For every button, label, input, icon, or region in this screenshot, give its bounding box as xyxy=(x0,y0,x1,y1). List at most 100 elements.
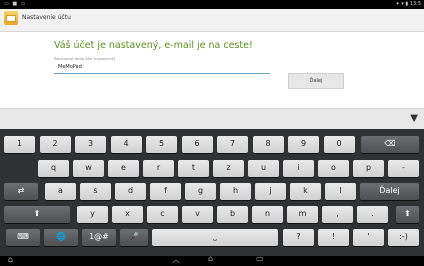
key-5-label: 5 xyxy=(158,139,165,148)
next-button[interactable]: Ďalej xyxy=(288,73,344,89)
key-s[interactable]: s xyxy=(80,183,111,200)
key-p[interactable]: p xyxy=(353,160,384,177)
key-m[interactable]: m xyxy=(287,206,318,223)
status-icons: ▭ ■ ▭ xyxy=(4,1,27,7)
key-q[interactable]: q xyxy=(38,160,69,177)
shift-left-key-label: ⬆ xyxy=(33,209,41,218)
key-t-label: t xyxy=(191,163,196,172)
key-c-label: c xyxy=(160,209,165,218)
key-comma[interactable]: , xyxy=(322,206,353,223)
key-u-label: u xyxy=(260,163,267,172)
key-comma-label: , xyxy=(336,209,339,218)
key-c[interactable]: c xyxy=(147,206,178,223)
key-b-label: b xyxy=(229,209,236,218)
home-button-icon[interactable]: ⌂ xyxy=(208,254,213,263)
key-a[interactable]: a xyxy=(45,183,76,200)
heading: Váš účet je nastavený, e-mail je na cest… xyxy=(54,40,253,51)
key-8-label: 8 xyxy=(265,139,271,148)
key-q-label: q xyxy=(50,163,57,172)
key-y[interactable]: y xyxy=(77,206,108,223)
space-key[interactable]: ⎵ xyxy=(152,229,278,246)
backspace-key[interactable]: ⌫ xyxy=(361,136,419,153)
key--[interactable]: - xyxy=(388,160,419,177)
key-k-label: k xyxy=(303,186,308,195)
key-l[interactable]: l xyxy=(325,183,356,200)
microphone-key[interactable]: 🎤 xyxy=(120,229,148,246)
tab-key[interactable]: ⇄ xyxy=(4,183,38,200)
key-6-label: 6 xyxy=(194,139,200,148)
key-period-label: . xyxy=(371,209,374,218)
tab-key-label: ⇄ xyxy=(17,186,25,195)
key-d[interactable]: d xyxy=(115,183,146,200)
key-h-label: h xyxy=(232,186,239,195)
key-k[interactable]: k xyxy=(290,183,321,200)
key-8[interactable]: 8 xyxy=(252,136,284,153)
language-key[interactable]: 🌐 xyxy=(44,229,78,246)
key-6[interactable]: 6 xyxy=(181,136,213,153)
key-u[interactable]: u xyxy=(248,160,279,177)
key-1[interactable]: 1 xyxy=(4,136,35,153)
key-9[interactable]: 9 xyxy=(288,136,319,153)
key-question[interactable]: ? xyxy=(283,229,314,246)
key-a-label: a xyxy=(58,186,63,195)
recent-apps-icon[interactable]: ▭ xyxy=(256,254,264,263)
key-5[interactable]: 5 xyxy=(146,136,177,153)
key-p-label: p xyxy=(365,163,372,172)
key-1-label: 1 xyxy=(16,139,23,148)
key-v[interactable]: v xyxy=(182,206,213,223)
key-7[interactable]: 7 xyxy=(217,136,248,153)
key-7-label: 7 xyxy=(229,139,236,148)
key-2-label: 2 xyxy=(52,139,58,148)
key-t[interactable]: t xyxy=(178,160,209,177)
language-key-label: 🌐 xyxy=(56,232,66,241)
keyboard-settings-key[interactable]: ⌨ xyxy=(6,229,40,246)
key-0[interactable]: 0 xyxy=(323,136,355,153)
space-key-label: ⎵ xyxy=(213,232,217,241)
key-apostrophe[interactable]: ' xyxy=(353,229,384,246)
key-x-label: x xyxy=(125,209,130,218)
key-r[interactable]: r xyxy=(143,160,174,177)
backspace-key-label: ⌫ xyxy=(384,139,396,148)
key-g[interactable]: g xyxy=(185,183,216,200)
enter-key[interactable]: Ďalej xyxy=(360,183,419,200)
account-name-input[interactable]: MeMoPad xyxy=(58,64,82,70)
key-o[interactable]: o xyxy=(318,160,349,177)
key-2[interactable]: 2 xyxy=(39,136,71,153)
key-w[interactable]: w xyxy=(73,160,104,177)
key-h[interactable]: h xyxy=(220,183,251,200)
key-f[interactable]: f xyxy=(150,183,181,200)
page-title: Nastavenie účtu xyxy=(22,14,71,21)
key-y-label: y xyxy=(90,209,95,218)
key-j[interactable]: j xyxy=(255,183,286,200)
key-i[interactable]: i xyxy=(283,160,314,177)
shift-right-key[interactable]: ⬆ xyxy=(396,206,419,223)
key-3[interactable]: 3 xyxy=(75,136,106,153)
key-period[interactable]: . xyxy=(357,206,388,223)
key-x[interactable]: x xyxy=(112,206,143,223)
email-app-icon xyxy=(4,11,18,25)
key-v-label: v xyxy=(195,209,200,218)
key-4[interactable]: 4 xyxy=(110,136,142,153)
back-icon[interactable]: ︿ xyxy=(172,254,180,265)
home-icon[interactable]: ⌂ xyxy=(8,255,13,264)
shift-right-key-label: ⬆ xyxy=(404,209,411,218)
key-b[interactable]: b xyxy=(217,206,248,223)
key-d-label: d xyxy=(127,186,134,195)
account-name-label: Pomenovať tento účet (nepovinné) xyxy=(54,57,116,61)
suggestion-bar: ▼ xyxy=(0,108,424,129)
key-e[interactable]: e xyxy=(108,160,139,177)
key-z[interactable]: z xyxy=(213,160,244,177)
key-s-label: s xyxy=(93,186,98,195)
enter-key-label: Ďalej xyxy=(379,186,400,195)
shift-left-key[interactable]: ⬆ xyxy=(4,206,70,223)
symbols-key[interactable]: 1@# xyxy=(82,229,116,246)
key-3-label: 3 xyxy=(87,139,94,148)
key-exclamation[interactable]: ! xyxy=(318,229,349,246)
collapse-keyboard-icon[interactable]: ▼ xyxy=(410,113,418,124)
key-smiley[interactable]: :-) xyxy=(388,229,419,246)
key-smiley-label: :-) xyxy=(399,232,408,241)
key-4-label: 4 xyxy=(123,139,129,148)
key-m-label: m xyxy=(298,209,307,218)
key-n-label: n xyxy=(264,209,271,218)
key-n[interactable]: n xyxy=(252,206,283,223)
